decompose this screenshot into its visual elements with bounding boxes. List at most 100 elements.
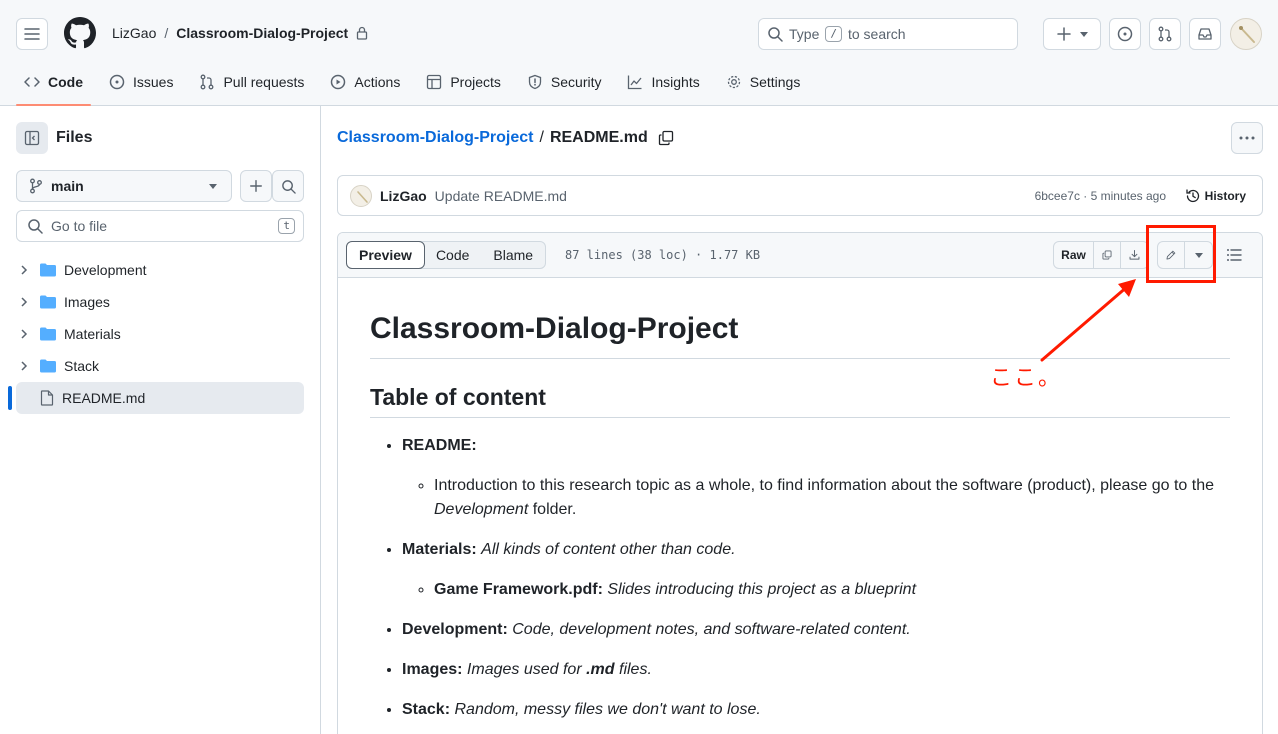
search-icon — [768, 27, 783, 42]
tree-item-label: Stack — [64, 358, 100, 374]
list-item: Materials: All kinds of content other th… — [402, 538, 1230, 602]
file-name: README.md — [549, 129, 648, 146]
issue-icon — [109, 74, 125, 90]
branch-icon — [30, 178, 42, 194]
code-icon — [24, 77, 40, 87]
commit-message[interactable]: Update README.md — [435, 188, 567, 204]
more-options-button[interactable] — [1231, 122, 1263, 154]
file-tree: Development Images Materials Stack READM… — [8, 254, 304, 414]
tab-label: Actions — [354, 74, 401, 90]
sidebar-collapse-icon — [24, 130, 40, 146]
item-emphasis: .md — [586, 661, 615, 679]
download-button[interactable] — [1121, 242, 1148, 268]
tab-preview[interactable]: Preview — [346, 241, 425, 269]
create-new-button[interactable] — [1043, 18, 1101, 50]
plus-icon — [1057, 27, 1071, 41]
graph-icon — [628, 75, 642, 90]
triangle-down-icon — [209, 184, 217, 189]
tree-item-stack[interactable]: Stack — [16, 350, 304, 382]
item-label: Game Framework.pdf: — [434, 581, 603, 599]
github-logo-icon[interactable] — [64, 17, 96, 49]
branch-selector[interactable]: main — [16, 170, 232, 202]
item-description: Code, development notes, and software-re… — [512, 621, 911, 639]
pull-request-icon — [201, 74, 214, 90]
copy-path-icon[interactable] — [658, 130, 674, 146]
item-label: README: — [402, 437, 477, 455]
item-description: Slides introducing this project as a blu… — [607, 581, 917, 599]
item-label: Stack: — [402, 701, 451, 719]
history-icon — [1186, 188, 1199, 202]
search-prefix: Type — [789, 26, 820, 42]
repo-tabs: Code Issues Pull requests Actions Projec… — [16, 66, 818, 106]
go-to-file-placeholder: Go to file — [51, 218, 108, 234]
tab-pull-requests[interactable]: Pull requests — [191, 66, 312, 98]
go-to-file-input[interactable]: Go to file t — [16, 210, 304, 242]
search-icon — [281, 179, 296, 194]
gear-icon — [727, 75, 740, 89]
item-label: Materials: — [402, 541, 477, 559]
tab-actions[interactable]: Actions — [322, 66, 408, 98]
repo-link[interactable]: Classroom-Dialog-Project — [176, 25, 348, 41]
chevron-right-icon[interactable] — [16, 360, 32, 372]
user-avatar[interactable] — [1230, 18, 1262, 50]
tree-item-materials[interactable]: Materials — [16, 318, 304, 350]
item-emphasis: Development — [434, 501, 529, 519]
list-item: Game Framework.pdf: Slides introducing t… — [434, 578, 1230, 602]
tab-code[interactable]: Code — [16, 66, 91, 106]
item-text: Introduction to this research topic as a… — [434, 477, 1214, 495]
add-file-button[interactable] — [240, 170, 272, 202]
pull-requests-button[interactable] — [1149, 18, 1181, 50]
history-button[interactable]: History — [1185, 188, 1246, 204]
tab-blame[interactable]: Blame — [481, 242, 545, 268]
file-info: 87 lines (38 loc) · 1.77 KB — [565, 248, 761, 262]
tab-insights[interactable]: Insights — [619, 66, 707, 98]
item-description: All kinds of content other than code. — [481, 541, 736, 559]
raw-button[interactable]: Raw — [1054, 242, 1094, 268]
inbox-icon — [1198, 28, 1212, 40]
list-item: README: Introduction to this research to… — [402, 434, 1230, 522]
tab-projects[interactable]: Projects — [418, 66, 509, 98]
search-input[interactable]: Type / to search — [758, 18, 1018, 50]
tab-code-view[interactable]: Code — [424, 242, 481, 268]
chevron-right-icon[interactable] — [16, 296, 32, 308]
commit-author-avatar[interactable] — [350, 184, 372, 207]
commit-author[interactable]: LizGao — [380, 188, 427, 204]
commit-meta[interactable]: 6bcee7c · 5 minutes ago — [1035, 189, 1166, 203]
item-description: files. — [614, 661, 652, 679]
tab-label: Insights — [651, 74, 700, 90]
folder-icon — [40, 359, 56, 373]
tree-item-images[interactable]: Images — [16, 286, 304, 318]
lock-icon — [357, 26, 368, 40]
search-files-button[interactable] — [272, 170, 304, 202]
owner-link[interactable]: LizGao — [112, 25, 156, 41]
breadcrumb-separator: / — [164, 25, 169, 41]
tab-settings[interactable]: Settings — [718, 66, 809, 98]
file-tree-sidebar: Files main Go to file t Development Imag… — [0, 106, 321, 734]
shield-icon — [528, 74, 542, 90]
item-description: Random, messy files we don't want to los… — [454, 701, 761, 719]
path-separator: / — [539, 129, 544, 146]
tree-item-readme[interactable]: README.md — [8, 382, 304, 414]
issues-button[interactable] — [1109, 18, 1141, 50]
list-item: Images: Images used for .md files. — [402, 658, 1230, 682]
tab-security[interactable]: Security — [519, 66, 610, 98]
chevron-right-icon[interactable] — [16, 328, 32, 340]
menu-button[interactable] — [16, 18, 48, 50]
tab-issues[interactable]: Issues — [101, 66, 181, 98]
outline-button[interactable] — [1220, 241, 1248, 269]
tree-item-development[interactable]: Development — [16, 254, 304, 286]
tab-label: Pull requests — [223, 74, 305, 90]
folder-icon — [40, 327, 56, 341]
annotation-arrow — [1040, 279, 1136, 362]
list-item: Introduction to this research topic as a… — [434, 474, 1230, 522]
download-icon — [1129, 250, 1140, 260]
triangle-down-icon — [1080, 31, 1088, 37]
repo-root-link[interactable]: Classroom-Dialog-Project — [337, 129, 533, 147]
search-suffix: to search — [847, 26, 906, 42]
tab-label: Issues — [133, 74, 174, 90]
chevron-right-icon[interactable] — [16, 264, 32, 276]
tab-label: Projects — [450, 74, 501, 90]
collapse-sidebar-button[interactable] — [16, 122, 48, 154]
copy-raw-button[interactable] — [1094, 242, 1121, 268]
inbox-button[interactable] — [1189, 18, 1221, 50]
